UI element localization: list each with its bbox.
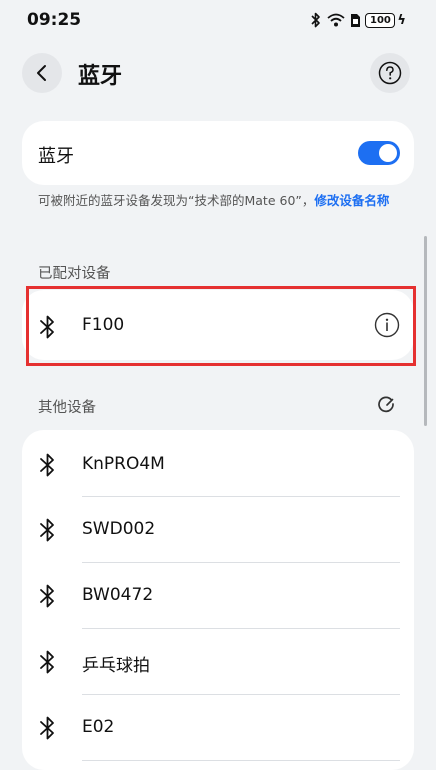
divider bbox=[82, 760, 400, 761]
scrollbar[interactable] bbox=[424, 236, 427, 426]
bluetooth-switch[interactable] bbox=[358, 141, 400, 165]
charging-icon: ϟ bbox=[397, 12, 406, 28]
device-row[interactable]: E02 bbox=[22, 695, 414, 761]
question-icon bbox=[378, 61, 402, 85]
paired-section-label: 已配对设备 bbox=[38, 266, 111, 282]
battery-level: 100 bbox=[369, 14, 391, 26]
switch-knob bbox=[379, 144, 397, 162]
back-arrow-icon bbox=[37, 65, 46, 81]
bluetooth-icon bbox=[311, 12, 321, 28]
device-row[interactable]: 乒乓球拍 bbox=[22, 629, 414, 695]
device-name: 乒乓球拍 bbox=[82, 656, 150, 676]
other-section-label: 其他设备 bbox=[38, 400, 96, 416]
bluetooth-toggle-card: 蓝牙 bbox=[22, 121, 414, 185]
help-button[interactable] bbox=[370, 53, 410, 93]
status-icons: 100 ϟ bbox=[310, 12, 406, 28]
scanning-icon bbox=[378, 396, 394, 413]
other-devices-card: KnPRO4M SWD002 BW0472 乒乓球拍 E02 bbox=[22, 430, 414, 770]
device-name: E02 bbox=[82, 717, 115, 737]
device-name: KnPRO4M bbox=[82, 454, 165, 474]
back-button[interactable] bbox=[22, 53, 62, 93]
battery-icon: 100 bbox=[365, 12, 396, 28]
device-row[interactable]: KnPRO4M bbox=[22, 432, 414, 498]
device-row[interactable]: BW0472 bbox=[22, 563, 414, 629]
status-bar: 09:25 100 ϟ bbox=[0, 0, 436, 40]
page-title: 蓝牙 bbox=[78, 64, 123, 89]
visibility-text: 可被附近的蓝牙设备发现为“技术部的Mate 60”， bbox=[38, 193, 315, 208]
bluetooth-icon bbox=[40, 518, 54, 542]
device-name: BW0472 bbox=[82, 585, 154, 605]
device-row[interactable]: SWD002 bbox=[22, 497, 414, 563]
wifi-icon bbox=[327, 13, 346, 27]
bluetooth-icon bbox=[40, 453, 54, 477]
sim-icon bbox=[351, 13, 361, 27]
selection-highlight bbox=[26, 286, 416, 366]
bluetooth-icon bbox=[40, 650, 54, 674]
bluetooth-icon bbox=[40, 716, 54, 740]
bluetooth-label: 蓝牙 bbox=[38, 146, 74, 167]
visibility-note: 可被附近的蓝牙设备发现为“技术部的Mate 60”，修改设备名称 bbox=[38, 193, 398, 209]
rename-device-link[interactable]: 修改设备名称 bbox=[314, 193, 389, 208]
status-time: 09:25 bbox=[27, 10, 82, 30]
device-name: SWD002 bbox=[82, 519, 156, 539]
bluetooth-icon bbox=[40, 584, 54, 608]
